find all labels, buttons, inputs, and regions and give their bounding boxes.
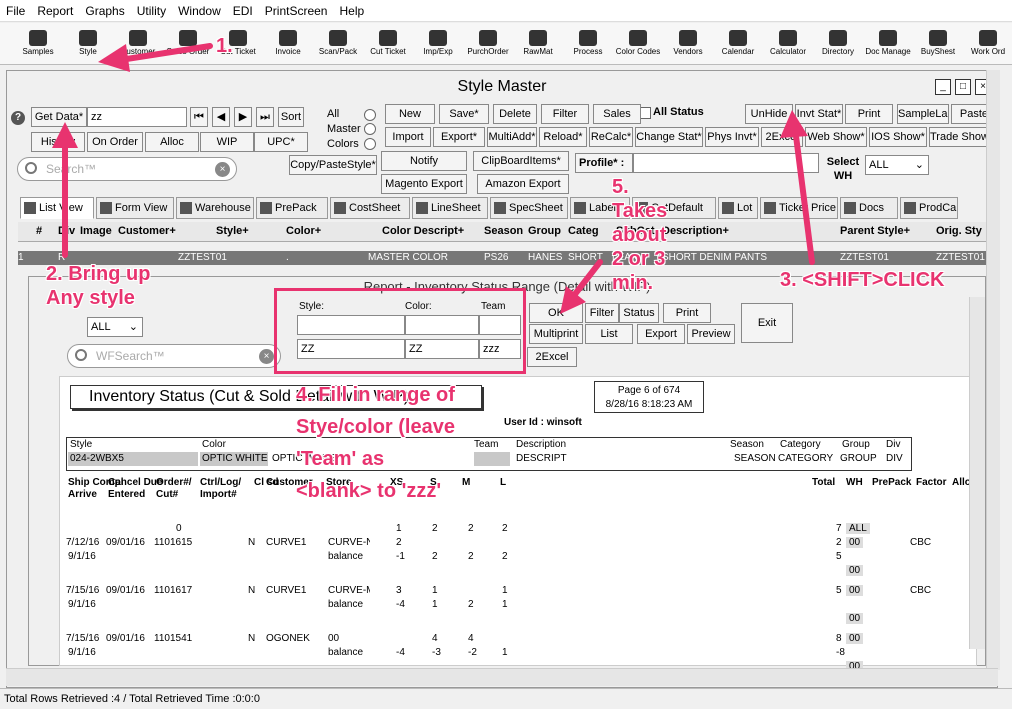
arrow-1-line <box>117 43 213 63</box>
arrow-5-head <box>560 286 586 314</box>
screen: File Report Graphs Utility Window EDI PrintScr… <box>0 0 1012 709</box>
arrow-2-head <box>52 122 78 148</box>
arrow-1-head <box>98 44 130 72</box>
status-bar: Total Rows Retrieved :4 / Total Retrieve… <box>0 688 1012 709</box>
arrow-3-head <box>780 110 808 138</box>
arrow-5-line <box>569 259 603 301</box>
annotation-arrows <box>52 43 815 314</box>
arrow-3-line <box>792 125 815 265</box>
